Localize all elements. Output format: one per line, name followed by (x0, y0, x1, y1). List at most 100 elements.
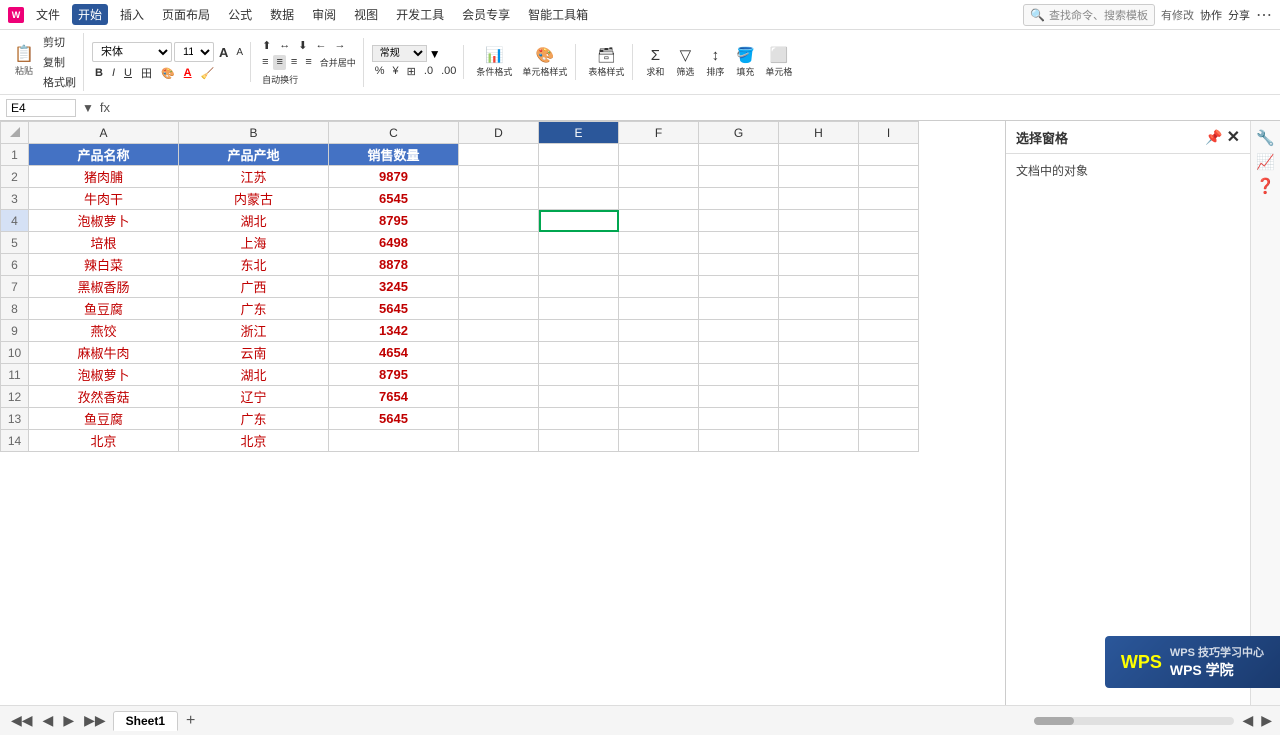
scroll-area[interactable]: A B C D E F G H I 1产品名称产品产地销售数量2猪肉脯江苏987… (0, 121, 1005, 705)
menu-page-layout[interactable]: 页面布局 (156, 4, 216, 25)
inc-decimal-btn[interactable]: .0 (421, 64, 436, 79)
indent-left-btn[interactable]: ← (313, 38, 330, 53)
more-btn[interactable]: ⋯ (1256, 5, 1272, 25)
cell-13-h[interactable] (779, 408, 859, 430)
cell-6-b[interactable]: 东北 (179, 254, 329, 276)
dec-decimal-btn[interactable]: .00 (438, 64, 459, 79)
row-header-6[interactable]: 6 (1, 254, 29, 276)
cell-reference-input[interactable] (6, 99, 76, 117)
cell-4-g[interactable] (699, 210, 779, 232)
font-size-up-btn[interactable]: A (216, 44, 231, 61)
cell-5-h[interactable] (779, 232, 859, 254)
cell-8-d[interactable] (459, 298, 539, 320)
col-header-h[interactable]: H (779, 122, 859, 144)
cell-12-d[interactable] (459, 386, 539, 408)
cell-3-e[interactable] (539, 188, 619, 210)
cell-8-b[interactable]: 广东 (179, 298, 329, 320)
number-format-dropdown[interactable]: ▼ (429, 47, 441, 61)
cell-12-i[interactable] (859, 386, 919, 408)
menu-data[interactable]: 数据 (264, 4, 300, 25)
col-header-e[interactable]: E (539, 122, 619, 144)
search-placeholder[interactable]: 查找命令、搜索模板 (1049, 7, 1148, 23)
cell-13-e[interactable] (539, 408, 619, 430)
thousand-sep[interactable]: ¥ (390, 64, 402, 79)
cell-4-d[interactable] (459, 210, 539, 232)
sort-btn[interactable]: ↕ 排序 (701, 45, 729, 80)
cell-1-g[interactable] (699, 144, 779, 166)
cell-12-a[interactable]: 孜然香菇 (29, 386, 179, 408)
cell-14-g[interactable] (699, 430, 779, 452)
cell-1-b[interactable]: 产品产地 (179, 144, 329, 166)
cell-3-i[interactable] (859, 188, 919, 210)
scroll-right-btn[interactable]: ▶ (1261, 712, 1272, 729)
justify-btn[interactable]: ≡ (302, 55, 314, 70)
col-header-c[interactable]: C (329, 122, 459, 144)
cell-2-i[interactable] (859, 166, 919, 188)
cell-2-d[interactable] (459, 166, 539, 188)
col-header-b[interactable]: B (179, 122, 329, 144)
row-header-11[interactable]: 11 (1, 364, 29, 386)
scroll-thumb[interactable] (1034, 717, 1074, 725)
cell-14-c[interactable] (329, 430, 459, 452)
cell-13-b[interactable]: 广东 (179, 408, 329, 430)
cell-10-c[interactable]: 4654 (329, 342, 459, 364)
indent-right-btn[interactable]: → (332, 38, 349, 53)
cell-btn[interactable]: ⬜ 单元格 (761, 44, 796, 80)
nav-prev-btn[interactable]: ◀ (40, 711, 57, 730)
cell-13-g[interactable] (699, 408, 779, 430)
cell-6-g[interactable] (699, 254, 779, 276)
menu-view[interactable]: 视图 (348, 4, 384, 25)
cell-2-b[interactable]: 江苏 (179, 166, 329, 188)
nav-next-btn[interactable]: ▶ (60, 711, 77, 730)
cell-2-f[interactable] (619, 166, 699, 188)
side-icon-1[interactable]: 🔧 (1256, 129, 1275, 147)
cell-8-h[interactable] (779, 298, 859, 320)
cell-9-e[interactable] (539, 320, 619, 342)
cell-3-g[interactable] (699, 188, 779, 210)
menu-ai-tools[interactable]: 智能工具箱 (522, 4, 594, 25)
cell-3-b[interactable]: 内蒙古 (179, 188, 329, 210)
number-format-select[interactable]: 常规 (372, 45, 427, 62)
cell-13-i[interactable] (859, 408, 919, 430)
cell-1-a[interactable]: 产品名称 (29, 144, 179, 166)
cell-10-a[interactable]: 麻椒牛肉 (29, 342, 179, 364)
cell-3-c[interactable]: 6545 (329, 188, 459, 210)
cell-14-e[interactable] (539, 430, 619, 452)
row-header-12[interactable]: 12 (1, 386, 29, 408)
cell-7-e[interactable] (539, 276, 619, 298)
row-header-3[interactable]: 3 (1, 188, 29, 210)
cell-2-h[interactable] (779, 166, 859, 188)
cell-14-f[interactable] (619, 430, 699, 452)
cell-7-h[interactable] (779, 276, 859, 298)
font-size-down-btn[interactable]: A (233, 46, 246, 59)
cond-format-btn[interactable]: 📊 条件格式 (472, 44, 516, 80)
pin-icon[interactable]: 📌 (1205, 129, 1222, 146)
cell-2-e[interactable] (539, 166, 619, 188)
cell-12-c[interactable]: 7654 (329, 386, 459, 408)
clear-btn[interactable]: 🧹 (198, 66, 218, 81)
cell-11-b[interactable]: 湖北 (179, 364, 329, 386)
row-header-1[interactable]: 1 (1, 144, 29, 166)
cell-13-f[interactable] (619, 408, 699, 430)
cell-8-f[interactable] (619, 298, 699, 320)
cell-11-a[interactable]: 泡椒萝卜 (29, 364, 179, 386)
cell-14-b[interactable]: 北京 (179, 430, 329, 452)
cell-13-a[interactable]: 鱼豆腐 (29, 408, 179, 430)
cell-9-a[interactable]: 燕饺 (29, 320, 179, 342)
sum-btn[interactable]: Σ 求和 (641, 45, 669, 80)
menu-insert[interactable]: 插入 (114, 4, 150, 25)
row-header-8[interactable]: 8 (1, 298, 29, 320)
col-header-d[interactable]: D (459, 122, 539, 144)
cell-5-d[interactable] (459, 232, 539, 254)
cell-3-f[interactable] (619, 188, 699, 210)
cell-2-a[interactable]: 猪肉脯 (29, 166, 179, 188)
cell-5-f[interactable] (619, 232, 699, 254)
cell-6-c[interactable]: 8878 (329, 254, 459, 276)
cell-14-d[interactable] (459, 430, 539, 452)
cell-8-i[interactable] (859, 298, 919, 320)
horizontal-scrollbar[interactable] (1034, 717, 1234, 725)
cell-8-a[interactable]: 鱼豆腐 (29, 298, 179, 320)
menu-file[interactable]: 文件 (30, 4, 66, 25)
align-middle-btn[interactable]: ↔ (276, 38, 293, 53)
cell-10-d[interactable] (459, 342, 539, 364)
